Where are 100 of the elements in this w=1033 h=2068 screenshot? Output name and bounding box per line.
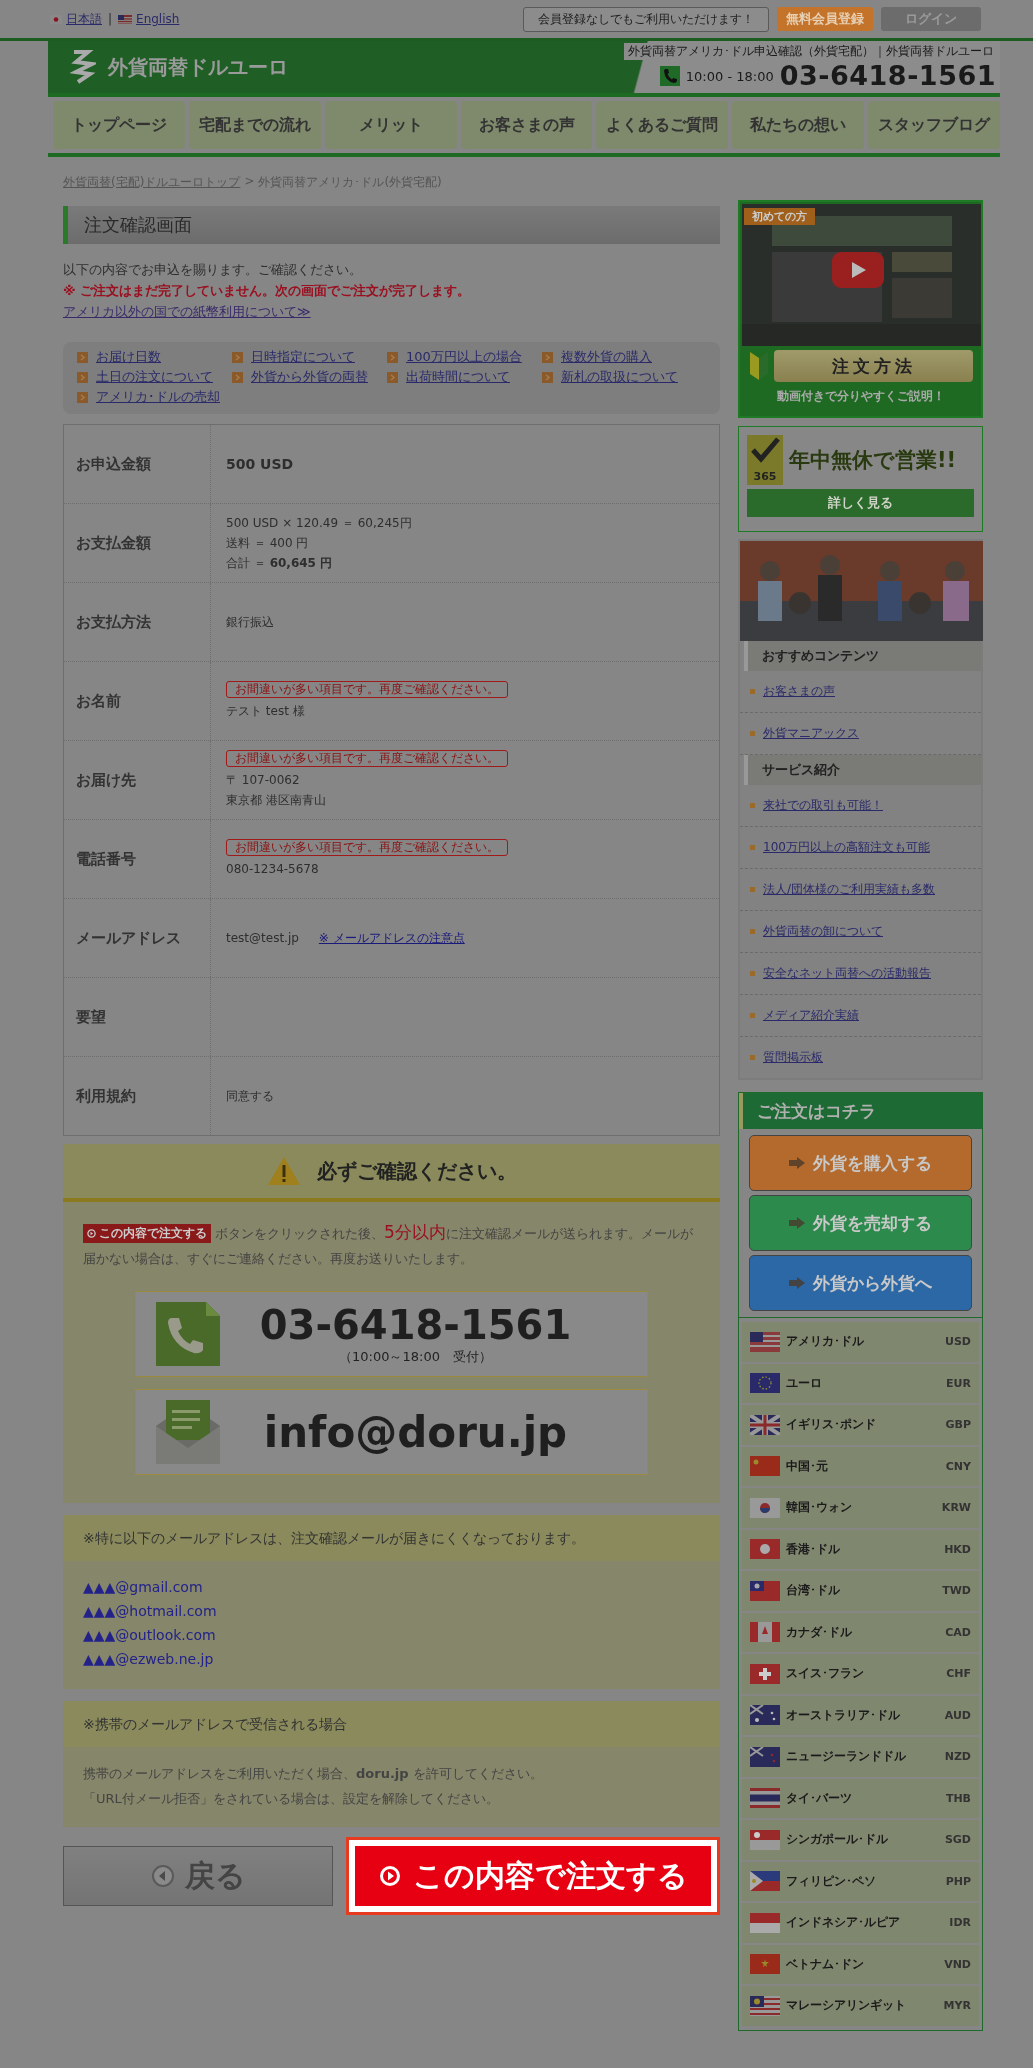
note-link[interactable]: ※ メールアドレスの注意点: [318, 928, 465, 948]
back-button[interactable]: 戻る: [63, 1846, 333, 1906]
flag-icon: [750, 1580, 780, 1601]
breadcrumb-separator: >: [244, 174, 255, 190]
section-heading: おすすめコンテンツ: [744, 641, 981, 671]
field-label: お申込金額: [64, 425, 211, 503]
leaf-mark-icon: [748, 350, 770, 382]
email-domain: ▲▲▲@hotmail.com: [83, 1602, 218, 1621]
order-button[interactable]: 外貨を購入する: [749, 1135, 972, 1191]
currency-item[interactable]: 韓国･ウォン KRW: [742, 1488, 979, 1528]
sidebar-link[interactable]: 100万円以上の高額注文も可能: [763, 839, 930, 856]
arrow-icon: [789, 1217, 805, 1229]
nav-tab[interactable]: お客さまの声: [460, 101, 593, 149]
nav-tab[interactable]: 私たちの想い: [732, 101, 865, 149]
bullet-icon: [77, 371, 88, 383]
currency-code: TWD: [942, 1584, 971, 1598]
order-button[interactable]: 外貨から外貨へ: [749, 1255, 972, 1311]
field-value: 080-1234-5678: [226, 861, 320, 878]
field-value: 銀行振込: [226, 614, 275, 631]
field-value: 東京都 港区南青山: [226, 792, 327, 809]
field-value: 送料 ＝ 400 円: [226, 535, 310, 552]
bullet-icon: [750, 1055, 755, 1060]
currency-item[interactable]: タイ･バーツ THB: [742, 1778, 979, 1818]
currency-item[interactable]: ユーロ EUR: [742, 1363, 979, 1403]
sidebar-link[interactable]: 法人/団体様のご利用実績も多数: [763, 881, 936, 898]
field-value: テスト test 様: [226, 703, 306, 720]
nav-tab[interactable]: メリット: [324, 101, 457, 149]
nav-tab[interactable]: よくあるご質問: [596, 101, 729, 149]
currency-item[interactable]: オーストラリア･ドル AUD: [742, 1695, 979, 1735]
sidebar-link[interactable]: 来社での取引も可能！: [763, 797, 883, 814]
email-domain: ▲▲▲@outlook.com: [83, 1626, 217, 1645]
register-button[interactable]: 無料会員登録: [777, 7, 873, 31]
currency-item[interactable]: インドネシア･ルピア IDR: [742, 1903, 979, 1943]
currency-item[interactable]: フィリピン･ペソ PHP: [742, 1861, 979, 1901]
sidebar-link[interactable]: 外貨マニアックス: [763, 725, 859, 742]
phone-icon: [659, 66, 680, 86]
faq-link[interactable]: アメリカ･ドルの売却: [96, 388, 220, 406]
sidebar-link[interactable]: お客さまの声: [763, 683, 835, 700]
currency-item[interactable]: シンガポール･ドル SGD: [742, 1820, 979, 1860]
sidebar-link[interactable]: 外貨両替の卸について: [763, 923, 883, 940]
order-button[interactable]: 外貨を売却する: [749, 1195, 972, 1251]
field-label: お支払方法: [64, 583, 211, 661]
field-label: お支払金額: [64, 504, 211, 582]
faq-link[interactable]: 土日の注文について: [96, 368, 213, 386]
currency-item[interactable]: マレーシアリンギット MYR: [742, 1986, 979, 2026]
notice-subheading: ※携帯のメールアドレスで受信される場合: [63, 1701, 720, 1747]
nav-tab[interactable]: 宅配までの流れ: [188, 101, 321, 149]
currency-item[interactable]: カナダ･ドル CAD: [742, 1612, 979, 1652]
faq-link[interactable]: 複数外貨の購入: [561, 348, 652, 366]
currency-code: HKD: [944, 1542, 971, 1556]
banner-caption: 動画付きで分りやすくご説明！: [775, 388, 946, 405]
info-link[interactable]: アメリカ以外の国での紙幣利用について≫: [63, 304, 311, 319]
faq-link[interactable]: 出荷時間について: [406, 368, 510, 386]
details-button[interactable]: 詳しく見る: [747, 489, 974, 517]
video-banner[interactable]: 初めての方 注文方法 動画付きで分りやすくご説明！: [738, 200, 983, 418]
currency-item[interactable]: 台湾･ドル TWD: [742, 1571, 979, 1611]
nav-tab[interactable]: トップページ: [53, 101, 185, 149]
phone-number: 03-6418-1561: [779, 60, 996, 92]
faq-link[interactable]: お届け日数: [96, 348, 161, 366]
sidebar-link[interactable]: 安全なネット両替への活動報告: [763, 965, 931, 982]
site-name: 外貨両替ドルユーロ: [108, 53, 288, 81]
currency-code: KRW: [941, 1501, 971, 1515]
bullet-icon: [750, 845, 755, 850]
flag-icon: [750, 1497, 780, 1518]
field-label: 利用規約: [64, 1057, 211, 1135]
currency-item[interactable]: アメリカ･ドル USD: [742, 1322, 979, 1362]
bullet-icon: [542, 351, 553, 363]
currency-item[interactable]: スイス･フラン CHF: [742, 1654, 979, 1694]
nav-tab[interactable]: スタッフブログ: [868, 101, 1000, 149]
currency-item[interactable]: イギリス･ポンド GBP: [742, 1405, 979, 1445]
currency-item[interactable]: ニュージーランドドル NZD: [742, 1737, 979, 1777]
currency-item[interactable]: 中国･元 CNY: [742, 1446, 979, 1486]
submit-order-button[interactable]: この内容で注文する: [355, 1846, 711, 1906]
faq-link[interactable]: 外貨から外貨の両替: [251, 368, 368, 386]
play-icon: [378, 1865, 401, 1887]
warning-label: お間違いが多い項目です。再度ご確認ください。: [226, 839, 508, 856]
language-link[interactable]: English: [136, 12, 180, 26]
order-guide-button[interactable]: 注文方法: [774, 350, 973, 382]
currency-code: CNY: [945, 1459, 971, 1473]
warning-text: ※ ご注文はまだ完了していません。次の画面でご注文が完了します。: [63, 282, 472, 300]
currency-code: CAD: [945, 1625, 971, 1639]
faq-link[interactable]: 日時指定について: [251, 348, 355, 366]
sidebar-link[interactable]: 質問掲示板: [763, 1049, 823, 1066]
email-address: info@doru.jp: [262, 1407, 569, 1457]
faq-link[interactable]: 100万円以上の場合: [406, 348, 522, 366]
currency-item[interactable]: ベトナム･ドン VND: [742, 1944, 979, 1984]
notice-title: 必ずご確認ください。: [316, 1157, 517, 1185]
field-label: お名前: [64, 662, 211, 740]
currency-code: NZD: [944, 1750, 971, 1764]
bullet-icon: [750, 971, 755, 976]
sidebar-link[interactable]: メディア紹介実績: [763, 1007, 859, 1024]
field-value: 500 USD × 120.49 ＝ 60,245円: [226, 515, 413, 532]
currency-code: MYR: [943, 1999, 971, 2013]
flag-icon: [118, 14, 133, 24]
currency-item[interactable]: 香港･ドル HKD: [742, 1529, 979, 1569]
faq-link[interactable]: 新札の取扱について: [561, 368, 678, 386]
language-link[interactable]: 日本語: [66, 10, 102, 28]
bullet-icon: [750, 689, 755, 694]
flag-icon: [750, 1871, 780, 1892]
arrow-icon: [789, 1157, 805, 1169]
